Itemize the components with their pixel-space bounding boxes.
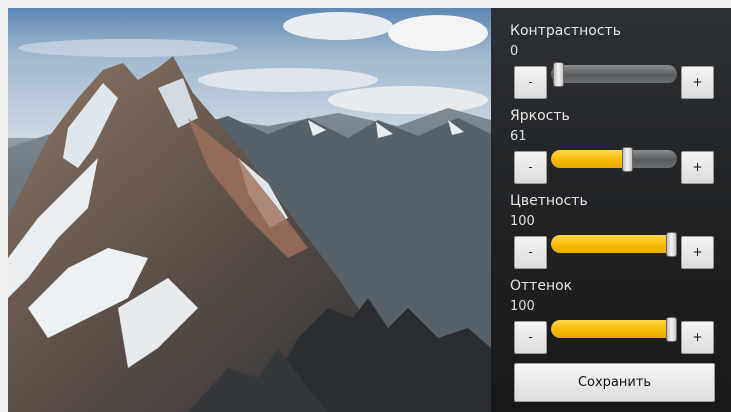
brightness-control: Яркость 61 - +	[491, 93, 731, 184]
saturation-slider-fill	[551, 235, 677, 253]
hue-label: Оттенок	[510, 278, 573, 294]
contrast-control: Контрастность 0 - +	[491, 8, 731, 99]
hue-control: Оттенок 100 - +	[491, 263, 731, 354]
contrast-slider-track[interactable]	[551, 65, 677, 83]
hue-decrease-button[interactable]: -	[514, 321, 547, 354]
saturation-control: Цветность 100 - +	[491, 178, 731, 269]
adjustment-panel: Контрастность 0 - + Яркость 61 - + Цветн…	[491, 8, 731, 412]
brightness-slider-thumb[interactable]	[621, 147, 633, 172]
brightness-slider-fill	[551, 150, 628, 168]
saturation-value: 100	[510, 214, 535, 229]
brightness-value: 61	[510, 129, 527, 144]
brightness-slider-track[interactable]	[551, 150, 677, 168]
mountain-photo-preview	[8, 8, 491, 412]
saturation-slider-thumb[interactable]	[666, 232, 677, 257]
mountain-landscape-image	[8, 8, 491, 412]
hue-value: 100	[510, 299, 535, 314]
hue-slider-fill	[551, 320, 677, 338]
contrast-slider-thumb[interactable]	[553, 62, 564, 87]
hue-increase-button[interactable]: +	[681, 321, 714, 354]
hue-slider-track[interactable]	[551, 320, 677, 338]
contrast-label: Контрастность	[510, 23, 621, 39]
hue-slider-thumb[interactable]	[666, 317, 677, 342]
saturation-label: Цветность	[510, 193, 588, 209]
saturation-slider-track[interactable]	[551, 235, 677, 253]
save-button[interactable]: Сохранить	[514, 363, 715, 402]
contrast-value: 0	[510, 44, 519, 59]
brightness-label: Яркость	[510, 108, 570, 124]
